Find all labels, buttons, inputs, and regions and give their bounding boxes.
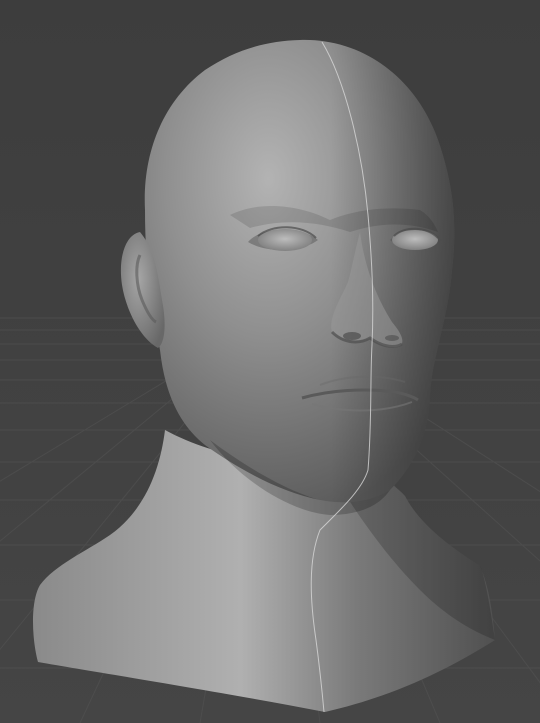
3d-viewport[interactable] [0,0,540,723]
viewport-canvas[interactable] [0,0,540,723]
